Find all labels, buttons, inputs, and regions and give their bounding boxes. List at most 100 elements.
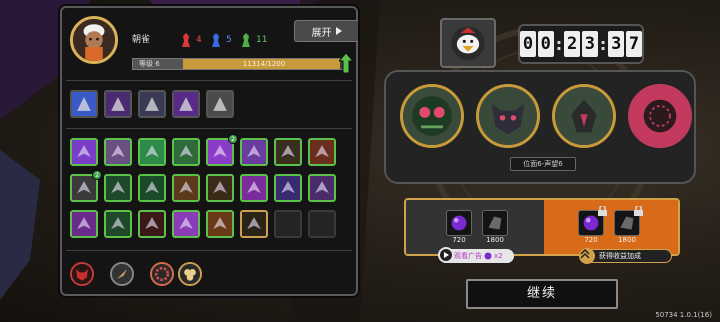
skill-slot[interactable] bbox=[138, 210, 166, 238]
gem-icon bbox=[488, 216, 502, 230]
character-panel: 朝雀 4 5 11 展开 等级 6 11314/1200 2 2 bbox=[60, 6, 358, 296]
red-aura-icon bbox=[140, 212, 164, 236]
green-stat-value: 11 bbox=[256, 35, 268, 45]
reward-item[interactable] bbox=[446, 210, 472, 236]
skill-slot[interactable] bbox=[104, 210, 132, 238]
gain-boost-button[interactable]: 获得收益加成 bbox=[579, 248, 672, 264]
eye-rune-icon bbox=[242, 140, 266, 164]
level-up-arrow-icon[interactable] bbox=[339, 53, 353, 73]
double-chevron-icon bbox=[579, 248, 595, 264]
skill-slot bbox=[308, 210, 336, 238]
enemy-slot-2[interactable] bbox=[476, 84, 540, 148]
skill-slot[interactable] bbox=[240, 210, 268, 238]
enemy-slot-4[interactable] bbox=[628, 84, 692, 148]
holy-cross-icon bbox=[174, 140, 198, 164]
timer-digit: 0 bbox=[520, 31, 536, 57]
timer-colon: : bbox=[555, 34, 563, 54]
skill-level-badge: 2 bbox=[228, 134, 238, 144]
red-stat-value: 4 bbox=[196, 35, 202, 45]
free-reward-area bbox=[406, 200, 544, 254]
inventory-slot[interactable] bbox=[104, 90, 132, 118]
timer-digit: 7 bbox=[626, 31, 642, 57]
skill-slot[interactable] bbox=[240, 138, 268, 166]
red-demon-icon bbox=[72, 264, 92, 284]
watch-ad-multiplier: x2 bbox=[494, 252, 503, 260]
red-figure-icon bbox=[182, 33, 190, 47]
bonus-count: 720 bbox=[584, 236, 598, 244]
skill-slot[interactable] bbox=[138, 174, 166, 202]
compass-icon bbox=[112, 264, 132, 284]
bear-paw-icon bbox=[140, 92, 164, 116]
tent-icon bbox=[276, 140, 300, 164]
position-label: 位面6-声望6 bbox=[510, 157, 576, 171]
compass-button[interactable] bbox=[110, 262, 134, 286]
skill-slot[interactable] bbox=[308, 174, 336, 202]
continue-button[interactable]: 继续 bbox=[466, 279, 618, 309]
skill-slot bbox=[274, 210, 302, 238]
dual-blade-icon bbox=[276, 176, 300, 200]
skill-slot[interactable] bbox=[104, 174, 132, 202]
purple-orb-icon bbox=[484, 252, 492, 260]
gold-scratch-icon bbox=[174, 176, 198, 200]
skill-slot[interactable] bbox=[240, 174, 268, 202]
skill-slot[interactable] bbox=[308, 138, 336, 166]
timer-colon: : bbox=[599, 34, 607, 54]
reward-count: 1800 bbox=[486, 236, 504, 244]
thorn-vine-icon bbox=[106, 212, 130, 236]
cluster-button[interactable] bbox=[178, 262, 202, 286]
skill-slot[interactable] bbox=[70, 210, 98, 238]
skill-slot[interactable] bbox=[172, 174, 200, 202]
expand-button[interactable]: 展开 bbox=[294, 20, 358, 42]
countdown-timer: 0 0 : 2 3 : 3 7 bbox=[518, 24, 644, 64]
target-icon bbox=[72, 176, 96, 200]
dagger-icon bbox=[174, 92, 198, 116]
skill-slot[interactable] bbox=[104, 138, 132, 166]
armor-icon bbox=[106, 140, 130, 164]
reward-count: 720 bbox=[452, 236, 466, 244]
skill-slot[interactable] bbox=[274, 138, 302, 166]
empty-slot-icon bbox=[310, 212, 334, 236]
skill-level-badge: 2 bbox=[92, 170, 102, 180]
skill-slot[interactable] bbox=[138, 138, 166, 166]
lock-icon bbox=[634, 206, 643, 216]
skill-slot[interactable] bbox=[206, 210, 234, 238]
player-name: 朝雀 bbox=[132, 35, 151, 45]
inventory-slot[interactable] bbox=[172, 90, 200, 118]
timer-digit: 3 bbox=[608, 31, 625, 57]
watch-ad-label: 观看广告 bbox=[454, 252, 482, 260]
watch-ad-button[interactable]: 观看广告 x2 bbox=[438, 247, 514, 263]
red-gear-button[interactable] bbox=[150, 262, 174, 286]
boss-portrait[interactable] bbox=[440, 18, 496, 68]
rose-blob-icon bbox=[631, 87, 689, 145]
skill-slot[interactable] bbox=[274, 174, 302, 202]
skill-slot[interactable] bbox=[206, 174, 234, 202]
blue-stat: 5 bbox=[210, 30, 232, 50]
robot-helmet-icon bbox=[208, 92, 232, 116]
diamond-sigil-icon bbox=[140, 140, 164, 164]
enemy-slot-3[interactable] bbox=[552, 84, 616, 148]
avatar[interactable] bbox=[70, 16, 118, 64]
inventory-slot[interactable] bbox=[206, 90, 234, 118]
enemy-slot-1[interactable] bbox=[400, 84, 464, 148]
inventory-slot[interactable] bbox=[70, 90, 98, 118]
divider-bottom bbox=[66, 250, 352, 251]
red-demon-button[interactable] bbox=[70, 262, 94, 286]
gain-boost-label: 获得收益加成 bbox=[599, 252, 641, 260]
green-figure-icon bbox=[242, 33, 250, 47]
needle-spray-icon bbox=[310, 176, 334, 200]
phantom-mask-icon bbox=[174, 212, 198, 236]
divider-top bbox=[66, 80, 352, 81]
skill-slot[interactable] bbox=[70, 138, 98, 166]
divider-middle bbox=[66, 128, 352, 129]
empty-slot-icon bbox=[276, 212, 300, 236]
reward-item[interactable] bbox=[482, 210, 508, 236]
inventory-slot[interactable] bbox=[138, 90, 166, 118]
gold-disc-icon bbox=[242, 212, 266, 236]
timer-digit: 0 bbox=[537, 31, 554, 57]
spider-icon bbox=[403, 87, 461, 145]
bonus-reward-area bbox=[544, 200, 678, 254]
demon-face-icon bbox=[479, 87, 537, 145]
skill-slot[interactable] bbox=[172, 210, 200, 238]
bonus-count: 1800 bbox=[618, 236, 636, 244]
skill-slot[interactable] bbox=[172, 138, 200, 166]
